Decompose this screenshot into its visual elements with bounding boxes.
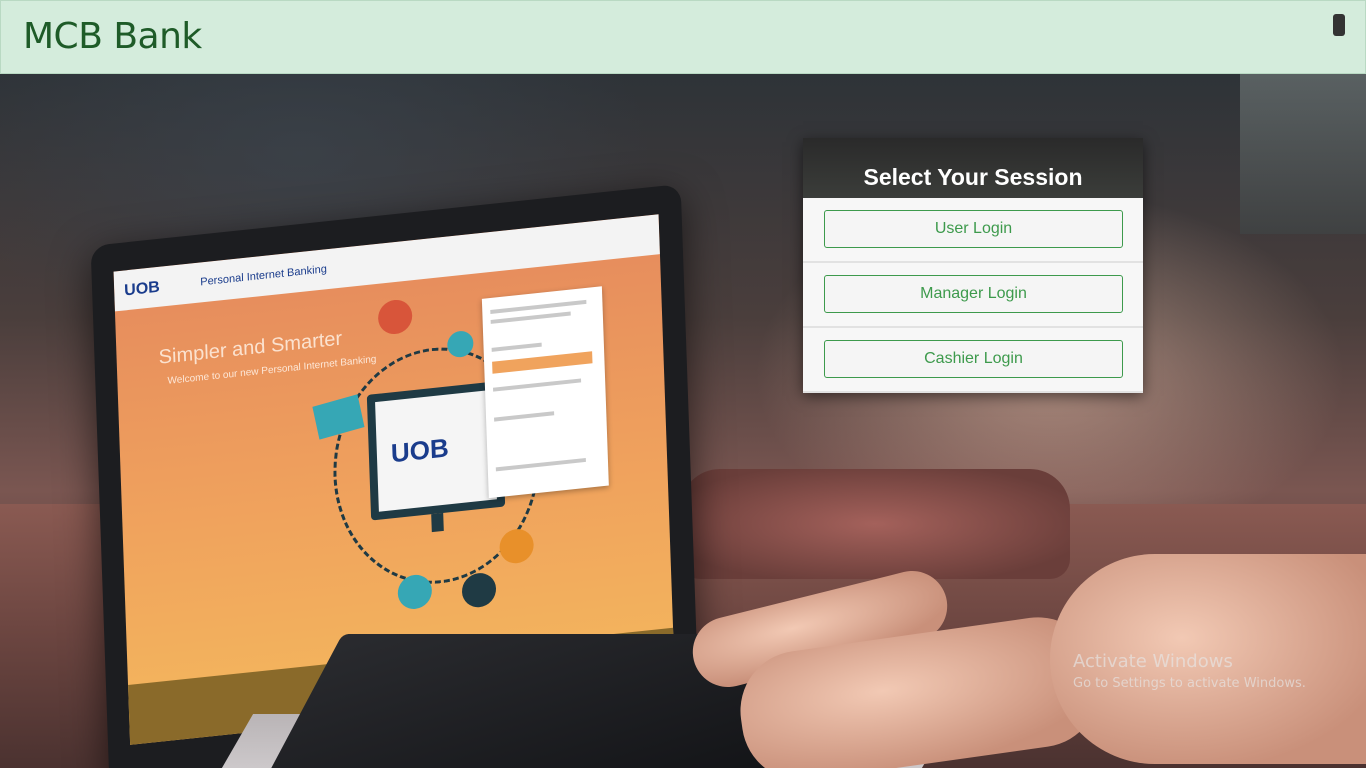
user-login-button[interactable]: User Login — [824, 210, 1123, 248]
uob-logo: UOB — [123, 278, 161, 300]
monitor-graphic: UOB — [366, 380, 506, 521]
session-title: Select Your Session — [863, 164, 1083, 190]
cashier-login-button[interactable]: Cashier Login — [824, 340, 1123, 378]
session-header: Select Your Session — [803, 138, 1143, 198]
menu-toggle-icon[interactable] — [1333, 14, 1345, 36]
session-row: Manager Login — [803, 263, 1143, 328]
top-navbar: MCB Bank — [0, 0, 1366, 74]
background-chair — [680, 469, 1070, 579]
session-row: User Login — [803, 198, 1143, 263]
activate-windows-subtitle: Go to Settings to activate Windows. — [1073, 676, 1306, 691]
session-row: Cashier Login — [803, 328, 1143, 393]
activate-windows-title: Activate Windows — [1073, 651, 1233, 672]
monitor-logo: UOB — [390, 432, 450, 469]
brand-title[interactable]: MCB Bank — [23, 17, 202, 57]
session-panel: Select Your Session User Login Manager L… — [803, 138, 1143, 393]
screen-header-text: Personal Internet Banking — [200, 263, 328, 289]
manager-login-button[interactable]: Manager Login — [824, 275, 1123, 313]
key-icon — [461, 571, 497, 609]
login-form-graphic — [481, 286, 609, 499]
monitor-stand — [431, 512, 444, 533]
shield-icon — [377, 298, 413, 336]
window-light — [1240, 74, 1366, 234]
